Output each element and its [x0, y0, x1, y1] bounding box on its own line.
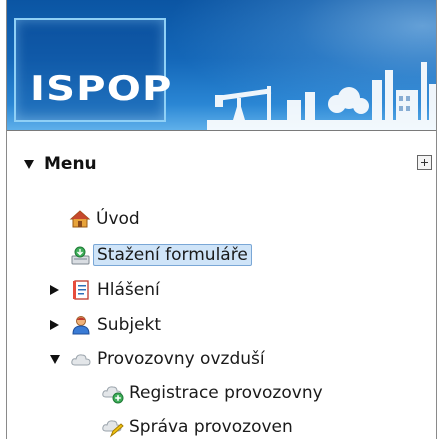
- expand-all-icon[interactable]: [417, 155, 432, 170]
- cloud-edit-icon: [102, 416, 124, 438]
- header-separator: [7, 130, 436, 131]
- menu-item-label: Hlášení: [97, 280, 160, 300]
- menu-item-label: Stažení formuláře: [93, 244, 252, 266]
- download-form-icon: [69, 244, 91, 266]
- header-banner: ISPOP: [7, 0, 436, 130]
- cloud-add-icon: [102, 382, 124, 404]
- cloud-icon: [70, 348, 92, 370]
- collapse-triangle-icon[interactable]: [24, 159, 34, 169]
- menu-item-label: Registrace provozovny: [129, 383, 323, 403]
- expand-triangle-icon[interactable]: [50, 320, 59, 330]
- app-frame: ISPOP Menu Úvod Stažení formuláře Hlášen…: [0, 0, 438, 439]
- menu-item-label: Provozovny ovzduší: [97, 349, 265, 369]
- ispop-logo[interactable]: ISPOP: [14, 18, 171, 122]
- menu-title: Menu: [44, 154, 97, 174]
- menu-item-stazeni-formulare[interactable]: Stažení formuláře: [69, 242, 252, 268]
- menu-item-label: Subjekt: [97, 315, 162, 335]
- report-icon: [70, 279, 92, 301]
- menu-header[interactable]: Menu: [24, 152, 97, 176]
- home-icon: [69, 208, 91, 230]
- menu-item-label: Úvod: [96, 209, 140, 229]
- industrial-skyline-icon: [207, 62, 436, 130]
- menu-item-label: Správa provozoven: [129, 417, 293, 437]
- menu-item-hlaseni[interactable]: Hlášení: [50, 277, 163, 303]
- menu-item-subjekt[interactable]: Subjekt: [50, 312, 164, 338]
- menu-item-sprava-provozoven[interactable]: Správa provozoven: [102, 414, 296, 440]
- menu-item-provozovny-ovzdusi[interactable]: Provozovny ovzduší: [50, 346, 268, 372]
- expand-triangle-icon[interactable]: [50, 285, 59, 295]
- right-border: [436, 0, 437, 439]
- collapse-triangle-icon[interactable]: [50, 354, 60, 364]
- menu-item-uvod[interactable]: Úvod: [69, 206, 143, 232]
- user-icon: [70, 314, 92, 336]
- logo-text: ISPOP: [30, 69, 173, 109]
- menu-item-registrace-provozovny[interactable]: Registrace provozovny: [102, 380, 326, 406]
